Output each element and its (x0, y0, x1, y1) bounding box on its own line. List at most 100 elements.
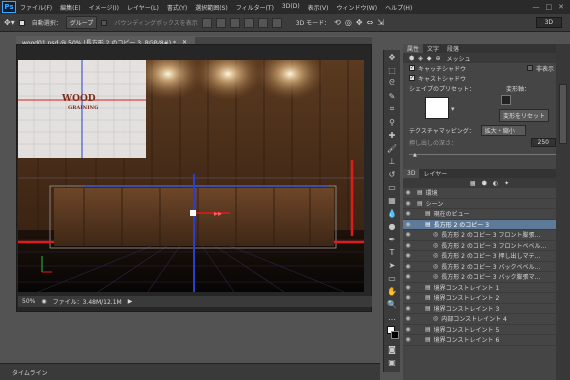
tab-character[interactable]: 文字 (423, 44, 443, 53)
eyedropper-tool-icon[interactable]: ⚲ (385, 116, 400, 128)
quick-select-tool-icon[interactable]: ✎ (385, 90, 400, 102)
align-bottom-icon[interactable] (229, 17, 240, 28)
canvas[interactable]: ▸▸ WOOD GRAINING (18, 60, 364, 292)
minimize-icon[interactable]: — (533, 3, 540, 11)
layer-row[interactable]: ◉ ▤ 境界コンストレイント 3 (403, 304, 570, 314)
move-tool-icon[interactable]: ✥▾ (4, 18, 15, 27)
layer-row[interactable]: ◉ ◎ 長方形 2 のコピー 3 バックベベル... (403, 262, 570, 272)
align-left-icon[interactable] (243, 17, 254, 28)
menu-item[interactable]: 3D(D) (278, 3, 304, 12)
marquee-tool-icon[interactable]: ⬚ (385, 64, 400, 76)
shape-preset-thumbnail[interactable] (425, 97, 449, 119)
tab-layers[interactable]: レイヤー (419, 169, 451, 178)
screen-mode-icon[interactable]: ▣ (385, 356, 400, 368)
menu-item[interactable]: 編集(E) (56, 3, 84, 12)
align-middle-icon[interactable] (215, 17, 226, 28)
orbit-3d-icon[interactable]: ⟲ (334, 18, 341, 27)
healing-tool-icon[interactable]: ✚ (385, 129, 400, 141)
workspace-select[interactable]: 3D (535, 17, 562, 28)
eye-icon[interactable]: ◉ (403, 294, 413, 301)
deform-axis-grid[interactable] (501, 95, 511, 105)
layer-row[interactable]: ◉ ▤ 境界コンストレイント 5 (403, 325, 570, 335)
slide-3d-icon[interactable]: ⇔ (367, 18, 374, 27)
menu-item[interactable]: レイヤー(L) (123, 3, 163, 12)
zoom-tool-icon[interactable]: 🔍 (385, 298, 400, 310)
menu-item[interactable]: 選択範囲(S) (191, 3, 232, 12)
menu-item[interactable]: イメージ(I) (85, 3, 123, 12)
type-tool-icon[interactable]: T (385, 246, 400, 258)
cast-shadow-checkbox[interactable]: ✓ (409, 75, 415, 81)
eye-icon[interactable]: ◉ (403, 336, 413, 343)
dodge-tool-icon[interactable]: ● (385, 220, 400, 232)
coordinates-icon[interactable]: ⊕ (436, 55, 441, 62)
lasso-tool-icon[interactable]: ᘓ (385, 77, 400, 89)
cap-icon[interactable]: ◆ (427, 55, 432, 62)
menu-item[interactable]: 表示(V) (304, 3, 333, 12)
panel-scrollbar[interactable] (559, 84, 567, 144)
eye-icon[interactable]: ◉ (403, 305, 413, 312)
layer-row[interactable]: ◉ ▤ 環境 (403, 188, 570, 199)
layer-row[interactable]: ◉ ◎ 長方形 2 のコピー 3 フロント膨張... (403, 230, 570, 241)
path-select-tool-icon[interactable]: ➤ (385, 259, 400, 271)
material-filter-icon[interactable]: ◐ (493, 180, 498, 187)
deform-icon[interactable]: ◈ (418, 55, 423, 62)
menu-item[interactable]: ウィンドウ(W) (332, 3, 381, 12)
roll-3d-icon[interactable]: ◎ (345, 18, 352, 27)
menu-item[interactable]: 書式(Y) (163, 3, 191, 12)
layer-row[interactable]: ◉ ◎ 内部コンストレイント 4 (403, 314, 570, 325)
layer-row[interactable]: ◉ ◎ 長方形 2 のコピー 3 フロントベベル... (403, 241, 570, 251)
texture-mapping-select[interactable]: 拡大・縮小 (480, 124, 526, 136)
color-swatches[interactable] (385, 324, 400, 342)
layer-row[interactable]: ◉ ◎ 長方形 2 のコピー 3 押し出しマテ... (403, 251, 570, 262)
eye-icon[interactable]: ◉ (403, 242, 413, 249)
eye-icon[interactable]: ◉ (403, 221, 413, 228)
pan-3d-icon[interactable]: ✥ (356, 18, 363, 27)
maximize-icon[interactable]: □ (546, 3, 553, 11)
scale-3d-icon[interactable]: ⇲ (377, 18, 384, 27)
preset-dropdown-icon[interactable]: ▾ (451, 105, 455, 113)
auto-select-dropdown[interactable]: グループ (65, 16, 98, 29)
layer-row[interactable]: ◉ ▤ シーン (403, 199, 570, 209)
auto-select-checkbox[interactable] (18, 19, 25, 26)
eye-icon[interactable]: ◉ (403, 315, 413, 322)
shape-tool-icon[interactable]: ▭ (385, 272, 400, 284)
catch-shadow-checkbox[interactable]: ✓ (409, 65, 415, 71)
invisible-checkbox[interactable] (526, 65, 533, 71)
layer-row[interactable]: ◉ ▤ 長方形 2 のコピー 3 (403, 219, 570, 230)
eye-icon[interactable]: ◉ (403, 231, 413, 238)
layer-row[interactable]: ◉ ▤ 現在のビュー (403, 209, 570, 220)
eye-icon[interactable]: ◉ (403, 273, 413, 280)
crop-tool-icon[interactable]: ⌗ (385, 103, 400, 115)
menu-item[interactable]: フィルター(T) (232, 3, 278, 12)
eye-icon[interactable]: ◉ (403, 252, 413, 259)
extrude-depth-input[interactable]: 250 (530, 137, 556, 147)
eraser-tool-icon[interactable]: ▭ (385, 181, 400, 193)
align-top-icon[interactable] (201, 17, 212, 28)
tab-3d[interactable]: 3D (403, 169, 420, 178)
reset-deform-button[interactable]: 変形をリセット (499, 109, 550, 122)
scene-filter-icon[interactable]: ▦ (470, 180, 476, 187)
layer-row[interactable]: ◉ ◎ 長方形 2 のコピー 3 バック膨張マ... (403, 272, 570, 283)
timeline-label[interactable]: タイムライン (12, 368, 48, 377)
pen-tool-icon[interactable]: ✒ (385, 233, 400, 245)
hand-tool-icon[interactable]: ✋ (385, 285, 400, 297)
tab-paragraph[interactable]: 段落 (443, 44, 463, 53)
light-filter-icon[interactable]: ✦ (504, 180, 509, 187)
bbox-checkbox[interactable] (101, 19, 108, 26)
background-color[interactable] (390, 331, 399, 339)
layer-row[interactable]: ◉ ▤ 境界コンストレイント 1 (403, 283, 570, 293)
align-right-icon[interactable] (271, 17, 282, 28)
more-tools-icon[interactable]: … (385, 311, 400, 323)
menu-item[interactable]: ヘルプ(H) (381, 3, 416, 12)
eye-icon[interactable]: ◉ (403, 189, 413, 196)
brush-tool-icon[interactable]: 🖌 (385, 142, 400, 154)
eye-icon[interactable]: ◉ (403, 326, 413, 333)
history-brush-tool-icon[interactable]: ↺ (385, 168, 400, 180)
extrude-depth-slider[interactable]: ▲ (409, 149, 556, 158)
layer-row[interactable]: ◉ ▤ 境界コンストレイント 6 (403, 335, 570, 346)
align-center-icon[interactable] (257, 17, 268, 28)
slider-handle-icon[interactable]: ▲ (413, 152, 417, 158)
status-arrow-icon[interactable]: ▶ (128, 298, 133, 305)
mesh-filter-icon[interactable]: ⬢ (482, 180, 487, 187)
zoom-level[interactable]: 50% (22, 298, 35, 305)
